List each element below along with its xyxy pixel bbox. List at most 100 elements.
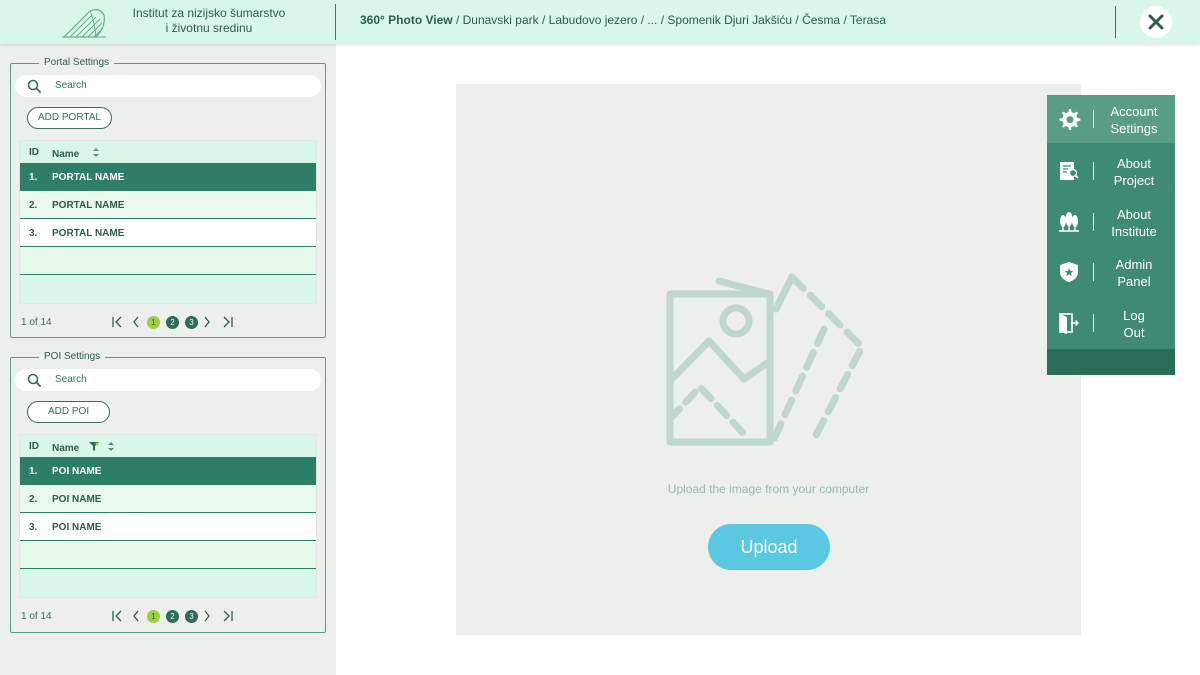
institute-name: Institut za nizijsko šumarstvo i životnu… (118, 6, 300, 36)
menu-label-line2: Institute (1111, 224, 1157, 239)
menu-label: About Institute (1103, 206, 1165, 240)
page-1-button[interactable]: 1 (147, 610, 160, 623)
poi-pagination: 1 of 14 1 2 3 (11, 607, 327, 627)
portal-table: ID Name 1. PORTAL NAME 2. PORTAL NAME 3. PO… (19, 140, 317, 304)
page-2-button[interactable]: 2 (166, 610, 179, 623)
last-page-icon[interactable] (222, 315, 234, 329)
sort-icon[interactable] (92, 147, 100, 158)
menu-label-line1: About (1117, 156, 1151, 171)
empty-row (20, 541, 316, 569)
menu-separator (1093, 162, 1094, 180)
close-button[interactable] (1140, 6, 1172, 38)
next-page-icon[interactable] (202, 315, 212, 329)
portal-settings-title: Portal Settings (39, 57, 115, 69)
search-placeholder: Search (55, 80, 87, 91)
search-placeholder: Search (55, 374, 87, 385)
breadcrumb-root[interactable]: 360° Photo View (360, 13, 453, 27)
menu-about-institute[interactable]: About Institute (1047, 198, 1175, 246)
poi-settings-title: POI Settings (39, 351, 106, 363)
menu-separator (1093, 263, 1094, 281)
filter-icon[interactable] (88, 441, 100, 452)
table-row[interactable]: 1. PORTAL NAME (20, 163, 316, 191)
menu-account-settings[interactable]: Account Settings (1047, 95, 1175, 143)
menu-label: Account Settings (1103, 103, 1165, 137)
col-id-header: ID (29, 147, 39, 158)
prev-page-icon[interactable] (131, 315, 141, 329)
table-row[interactable]: 2. PORTAL NAME (20, 191, 316, 219)
first-page-icon[interactable] (111, 315, 123, 329)
row-name: PORTAL NAME (52, 200, 125, 211)
search-icon (27, 373, 41, 387)
menu-label-line1: Account (1110, 104, 1158, 119)
menu-separator (1093, 213, 1094, 231)
page-2-button[interactable]: 2 (166, 316, 179, 329)
portal-pagination: 1 of 14 1 2 3 (11, 313, 327, 333)
menu-footer (1047, 349, 1175, 375)
top-header: Institut za nizijsko šumarstvo i životnu… (0, 0, 1200, 44)
row-id: 3. (29, 228, 38, 239)
row-name: PORTAL NAME (52, 228, 125, 239)
page-count: 1 of 14 (21, 317, 52, 328)
poi-settings-panel: POI Settings Search ADD POI ID Name 1. PO… (10, 351, 327, 633)
menu-separator (1093, 314, 1094, 332)
menu-admin-panel[interactable]: Admin Panel (1047, 248, 1175, 296)
sidebar: Portal Settings Search ADD PORTAL ID Nam… (0, 44, 336, 675)
page-3-button[interactable]: 3 (185, 316, 198, 329)
header-divider (335, 4, 336, 40)
add-poi-button[interactable]: ADD POI (27, 401, 111, 423)
table-row[interactable]: 3. PORTAL NAME (20, 219, 316, 247)
col-name-label: Name (52, 443, 80, 454)
menu-label: Admin Panel (1103, 256, 1165, 290)
add-portal-button[interactable]: ADD PORTAL (27, 107, 112, 129)
menu-label-line2: Panel (1117, 274, 1151, 289)
row-id: 1. (29, 172, 38, 183)
page-3-button[interactable]: 3 (185, 610, 198, 623)
row-name: POI NAME (52, 466, 102, 477)
sort-icon[interactable] (107, 441, 115, 452)
gear-icon (1059, 109, 1081, 130)
prev-page-icon[interactable] (131, 609, 141, 623)
breadcrumb-path[interactable]: / Dunavski park / Labudovo jezero / ... … (453, 13, 886, 27)
institute-name-line1: Institut za nizijsko šumarstvo (132, 6, 286, 20)
menu-label-line2: Settings (1110, 121, 1158, 136)
poi-table: ID Name 1. POI NAME 2. POI NAME 3. POI NAME (19, 434, 317, 598)
portal-search-input[interactable]: Search (15, 75, 321, 97)
search-icon (27, 79, 41, 93)
col-name-header[interactable]: Name (52, 147, 100, 160)
upload-hint: Upload the image from your computer (667, 482, 870, 496)
next-page-icon[interactable] (202, 609, 212, 623)
empty-row (20, 569, 316, 597)
table-row[interactable]: 2. POI NAME (20, 485, 316, 513)
institute-name-line2: i životnu sredinu (165, 21, 253, 35)
shield-star-icon (1060, 262, 1078, 282)
menu-separator (1093, 110, 1094, 128)
trees-icon (1059, 212, 1079, 232)
col-name-header[interactable]: Name (52, 441, 115, 454)
table-header: ID Name (20, 141, 316, 163)
last-page-icon[interactable] (222, 609, 234, 623)
table-row[interactable]: 1. POI NAME (20, 457, 316, 485)
menu-label-line2: Out (1123, 325, 1145, 340)
photos-placeholder-icon (666, 273, 866, 446)
poi-search-input[interactable]: Search (15, 369, 321, 391)
first-page-icon[interactable] (111, 609, 123, 623)
menu-log-out[interactable]: Log Out (1047, 299, 1175, 347)
menu-label-line1: Admin (1115, 257, 1153, 272)
page-1-button[interactable]: 1 (147, 316, 160, 329)
portal-settings-panel: Portal Settings Search ADD PORTAL ID Nam… (10, 57, 327, 338)
header-divider-right (1115, 6, 1116, 38)
row-name: POI NAME (52, 522, 102, 533)
close-icon (1148, 14, 1164, 30)
table-row[interactable]: 3. POI NAME (20, 513, 316, 541)
menu-about-project[interactable]: About Project (1047, 147, 1175, 195)
page-count: 1 of 14 (21, 611, 52, 622)
row-id: 3. (29, 522, 38, 533)
menu-label: Log Out (1103, 307, 1165, 341)
row-name: POI NAME (52, 494, 102, 505)
row-name: PORTAL NAME (52, 172, 125, 183)
side-menu: Account Settings About Project About Instit… (1047, 95, 1175, 375)
breadcrumb[interactable]: 360° Photo View / Dunavski park / Labudo… (360, 13, 886, 27)
upload-button[interactable]: Upload (708, 524, 830, 570)
empty-row (20, 275, 316, 303)
image-upload-dropzone[interactable]: Upload the image from your computer Uplo… (456, 84, 1081, 635)
